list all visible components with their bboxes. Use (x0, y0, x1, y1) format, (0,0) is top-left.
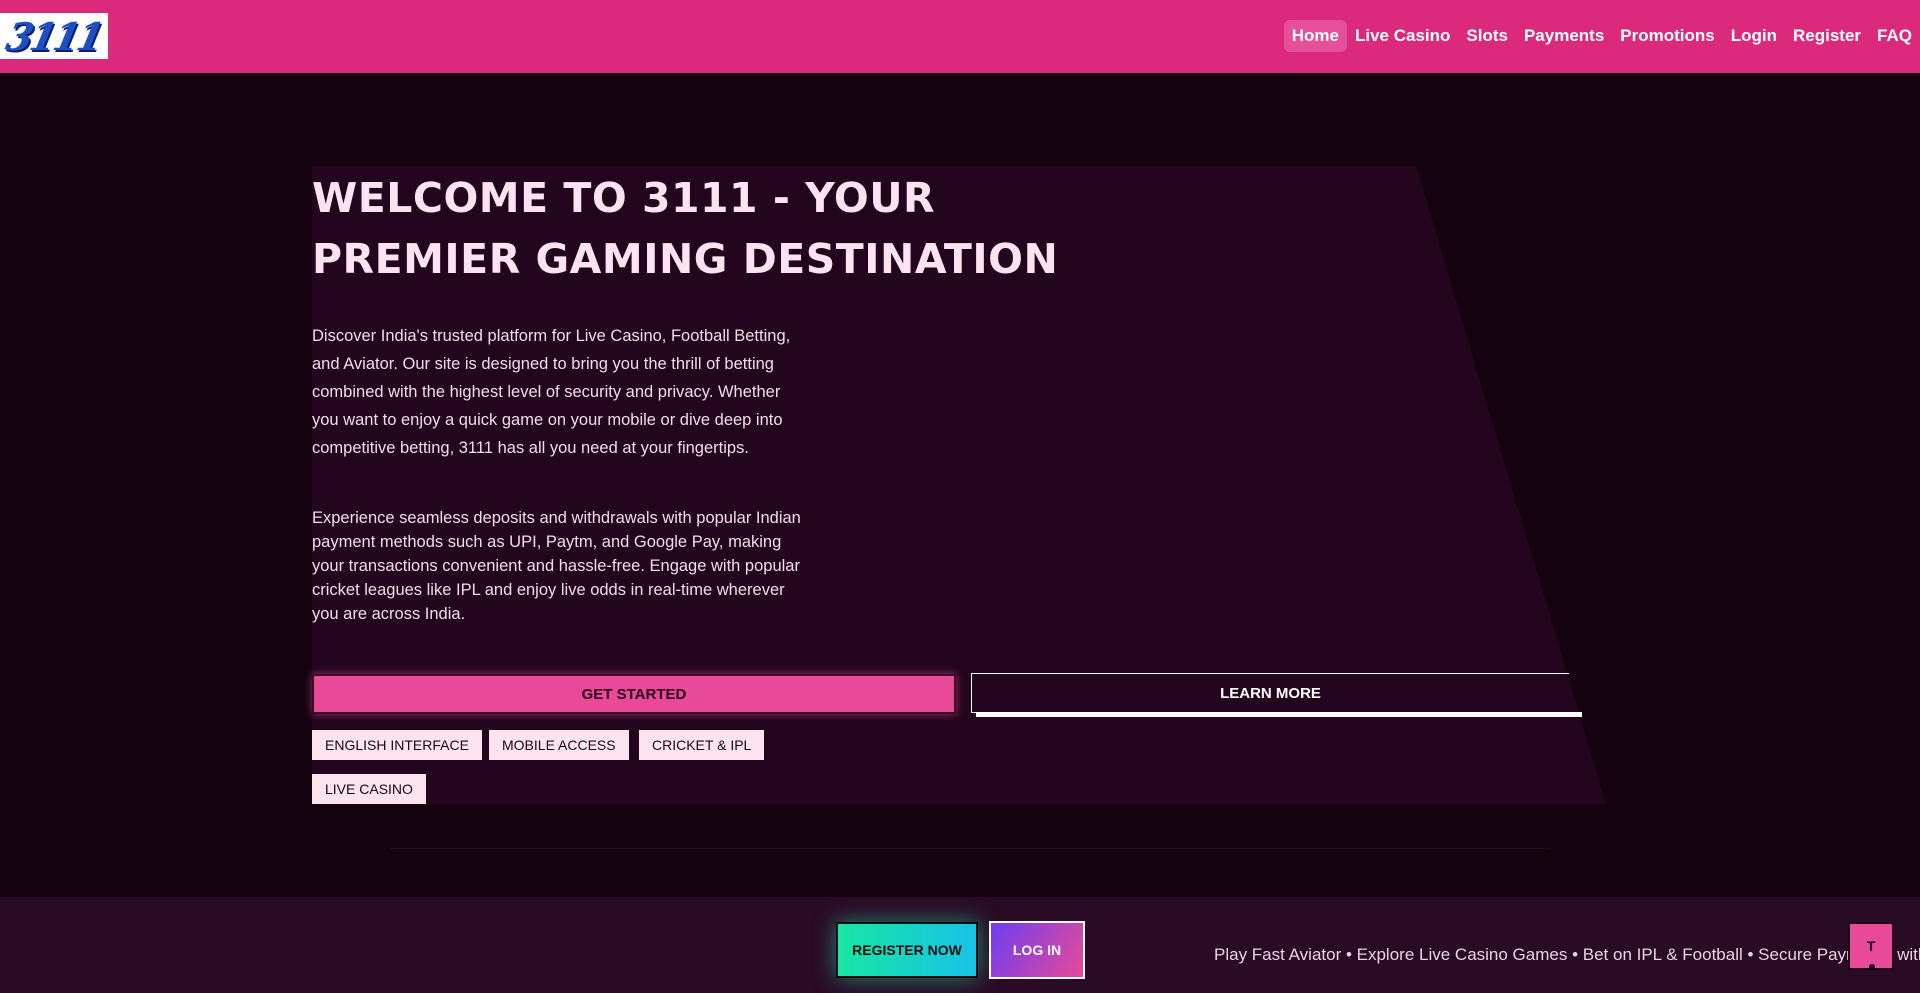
section-divider (390, 848, 1550, 849)
feature-tag: ENGLISH INTERFACE (312, 730, 482, 760)
promo-ticker: Play Fast Aviator • Explore Live Casino … (1214, 945, 1920, 964)
feature-tag: LIVE CASINO (312, 774, 426, 804)
logo-text: 3111 (2, 13, 106, 59)
nav-register[interactable]: Register (1785, 20, 1869, 52)
hero-intro-paragraph: Discover India's trusted platform for Li… (312, 327, 791, 457)
nav-home[interactable]: Home (1283, 20, 1347, 52)
log-in-button[interactable]: LOG IN (989, 921, 1085, 979)
hero-title: WELCOME TO 3111 - YOUR PREMIER GAMING DE… (312, 174, 1059, 283)
nav-login[interactable]: Login (1723, 20, 1785, 52)
hero-payments-paragraph: Experience seamless deposits and withdra… (312, 509, 801, 623)
learn-more-underline (976, 712, 1582, 717)
get-started-button[interactable]: GET STARTED (312, 674, 956, 714)
learn-more-button[interactable]: LEARN MORE (971, 673, 1569, 713)
nav-faq[interactable]: FAQ (1869, 20, 1920, 52)
feature-tag: MOBILE ACCESS (489, 730, 629, 760)
feature-tag: CRICKET & IPL (639, 730, 765, 760)
main-nav: Home Live Casino Slots Payments Promotio… (1283, 20, 1920, 52)
site-logo[interactable]: 3111 (0, 13, 108, 59)
scroll-top-dot (1869, 964, 1875, 970)
nav-slots[interactable]: Slots (1458, 20, 1516, 52)
register-now-button[interactable]: REGISTER NOW (836, 922, 978, 978)
scroll-top-icon[interactable]: T (1848, 922, 1894, 970)
nav-live-casino[interactable]: Live Casino (1347, 20, 1458, 52)
nav-promotions[interactable]: Promotions (1612, 20, 1722, 52)
site-header: 3111 Home Live Casino Slots Payments Pro… (0, 0, 1920, 73)
nav-payments[interactable]: Payments (1516, 20, 1612, 52)
